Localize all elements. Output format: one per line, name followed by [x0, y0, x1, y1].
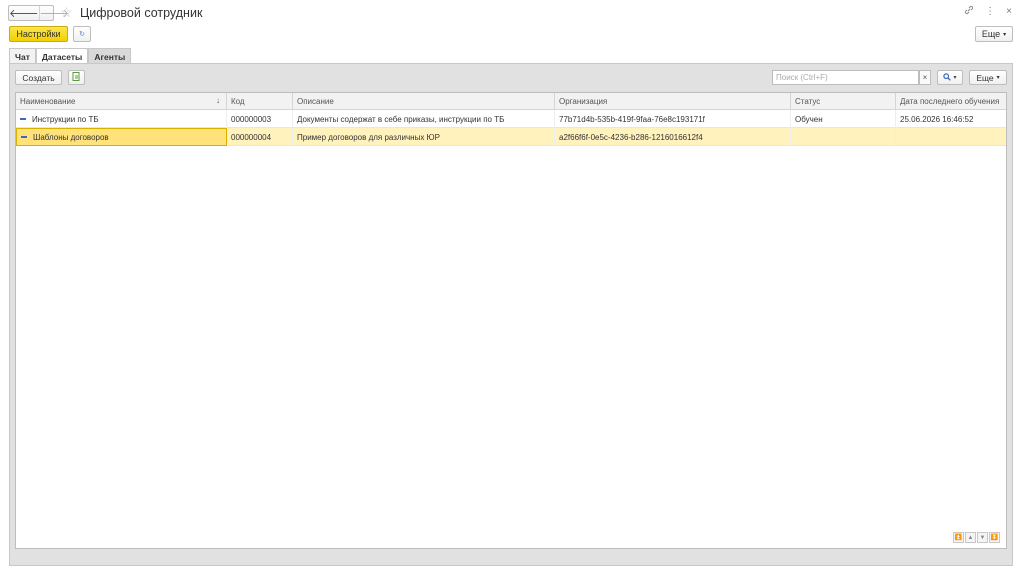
list-more-label: Еще: [976, 72, 994, 83]
catalog-item-icon: [21, 136, 27, 138]
column-header-description[interactable]: Описание: [293, 93, 555, 110]
back-button[interactable]: 🡐: [9, 6, 39, 20]
double-down-icon: ⏬: [990, 535, 999, 541]
more-button-label: Еще: [981, 29, 1001, 39]
cell-description: Документы содержат в себе приказы, инстр…: [293, 110, 555, 128]
table-row[interactable]: Инструкции по ТБ 000000003 Документы сод…: [16, 110, 1006, 128]
caret-down-icon: ▾: [953, 75, 957, 81]
table-header: Наименование ↓ Код Описание Организация …: [16, 93, 1006, 110]
title-bar: 🡐 🡒 ☆ Цифровой сотрудник ⋮ ×: [0, 0, 1024, 26]
tab-datasets[interactable]: Датасеты: [35, 48, 89, 64]
column-header-name[interactable]: Наименование ↓: [16, 93, 227, 110]
scroll-first-button[interactable]: ⏫: [953, 532, 964, 543]
catalog-item-icon: [20, 118, 26, 120]
arrow-left-icon: 🡐: [9, 8, 39, 20]
cell-name-text: Инструкции по ТБ: [32, 114, 99, 124]
cell-organization: 77b71d4b-535b-419f-9faa-76e8c193171f: [555, 110, 791, 128]
tab-chat[interactable]: Чат: [9, 48, 36, 64]
search-input[interactable]: [772, 70, 919, 85]
refresh-button[interactable]: ↻: [73, 26, 91, 42]
scroll-page-down-button[interactable]: ▼: [977, 532, 988, 543]
cell-code: 000000003: [227, 110, 293, 128]
form-toolbar: Настройки ↻ Еще ▾: [0, 26, 1024, 46]
list-more-button[interactable]: Еще ▾: [969, 70, 1007, 85]
datasets-table: Наименование ↓ Код Описание Организация …: [15, 92, 1007, 549]
copy-document-button[interactable]: [68, 70, 85, 85]
cell-code: 000000004: [227, 128, 293, 146]
cell-training-date: [896, 128, 1006, 146]
caret-down-icon: ▾: [1003, 31, 1007, 38]
cell-name-text: Шаблоны договоров: [33, 132, 109, 142]
double-up-icon: ⏫: [954, 535, 963, 541]
settings-button[interactable]: Настройки: [9, 26, 68, 42]
link-icon[interactable]: [964, 5, 974, 20]
clear-search-button[interactable]: ×: [919, 70, 931, 85]
tab-agents[interactable]: Агенты: [88, 48, 132, 64]
kebab-icon[interactable]: ⋮: [985, 5, 995, 20]
column-header-code[interactable]: Код: [227, 93, 293, 110]
more-button[interactable]: Еще ▾: [975, 26, 1013, 42]
tab-bar: Чат Датасеты Агенты: [9, 48, 132, 64]
column-header-organization[interactable]: Организация: [555, 93, 791, 110]
triangle-down-icon: ▼: [979, 534, 986, 541]
cell-training-date: 25.06.2026 16:46:52: [900, 114, 974, 124]
document-icon: [72, 71, 81, 84]
column-header-training-date[interactable]: Дата последнего обучения: [896, 93, 1006, 110]
datasets-panel: Создать × ▾ Еще ▾ Наименование ↓ Код Опи…: [9, 63, 1013, 566]
cell-status: Обучен: [791, 110, 896, 128]
scroll-last-button[interactable]: ⏬: [989, 532, 1000, 543]
search-icon: [943, 72, 952, 83]
refresh-icon: ↻: [79, 31, 85, 38]
star-icon[interactable]: ☆: [60, 4, 73, 20]
scroll-page-up-button[interactable]: ▲: [965, 532, 976, 543]
search-button[interactable]: ▾: [937, 70, 963, 85]
triangle-up-icon: ▲: [967, 534, 974, 541]
cell-description: Пример договоров для различных ЮР: [293, 128, 555, 146]
scroll-controls: ⏫ ▲ ▼ ⏬: [953, 532, 1000, 543]
cell-name: Инструкции по ТБ: [16, 110, 227, 128]
create-button[interactable]: Создать: [15, 70, 62, 85]
navigation-buttons: 🡐 🡒: [8, 5, 69, 21]
column-header-status[interactable]: Статус: [791, 93, 896, 110]
cell-name: Шаблоны договоров: [16, 128, 227, 146]
table-row-selected[interactable]: Шаблоны договоров 000000004 Пример догов…: [16, 128, 1006, 146]
sort-down-icon: ↓: [216, 96, 220, 105]
cell-status: [791, 128, 896, 146]
window-controls: ⋮ ×: [964, 5, 1012, 20]
column-header-label: Наименование: [20, 97, 76, 106]
caret-down-icon: ▾: [996, 75, 1000, 81]
close-icon[interactable]: ×: [1006, 5, 1012, 20]
page-title: Цифровой сотрудник: [80, 6, 203, 20]
cell-organization: a2f66f6f-0e5c-4236-b286-1216016612f4: [555, 128, 791, 146]
